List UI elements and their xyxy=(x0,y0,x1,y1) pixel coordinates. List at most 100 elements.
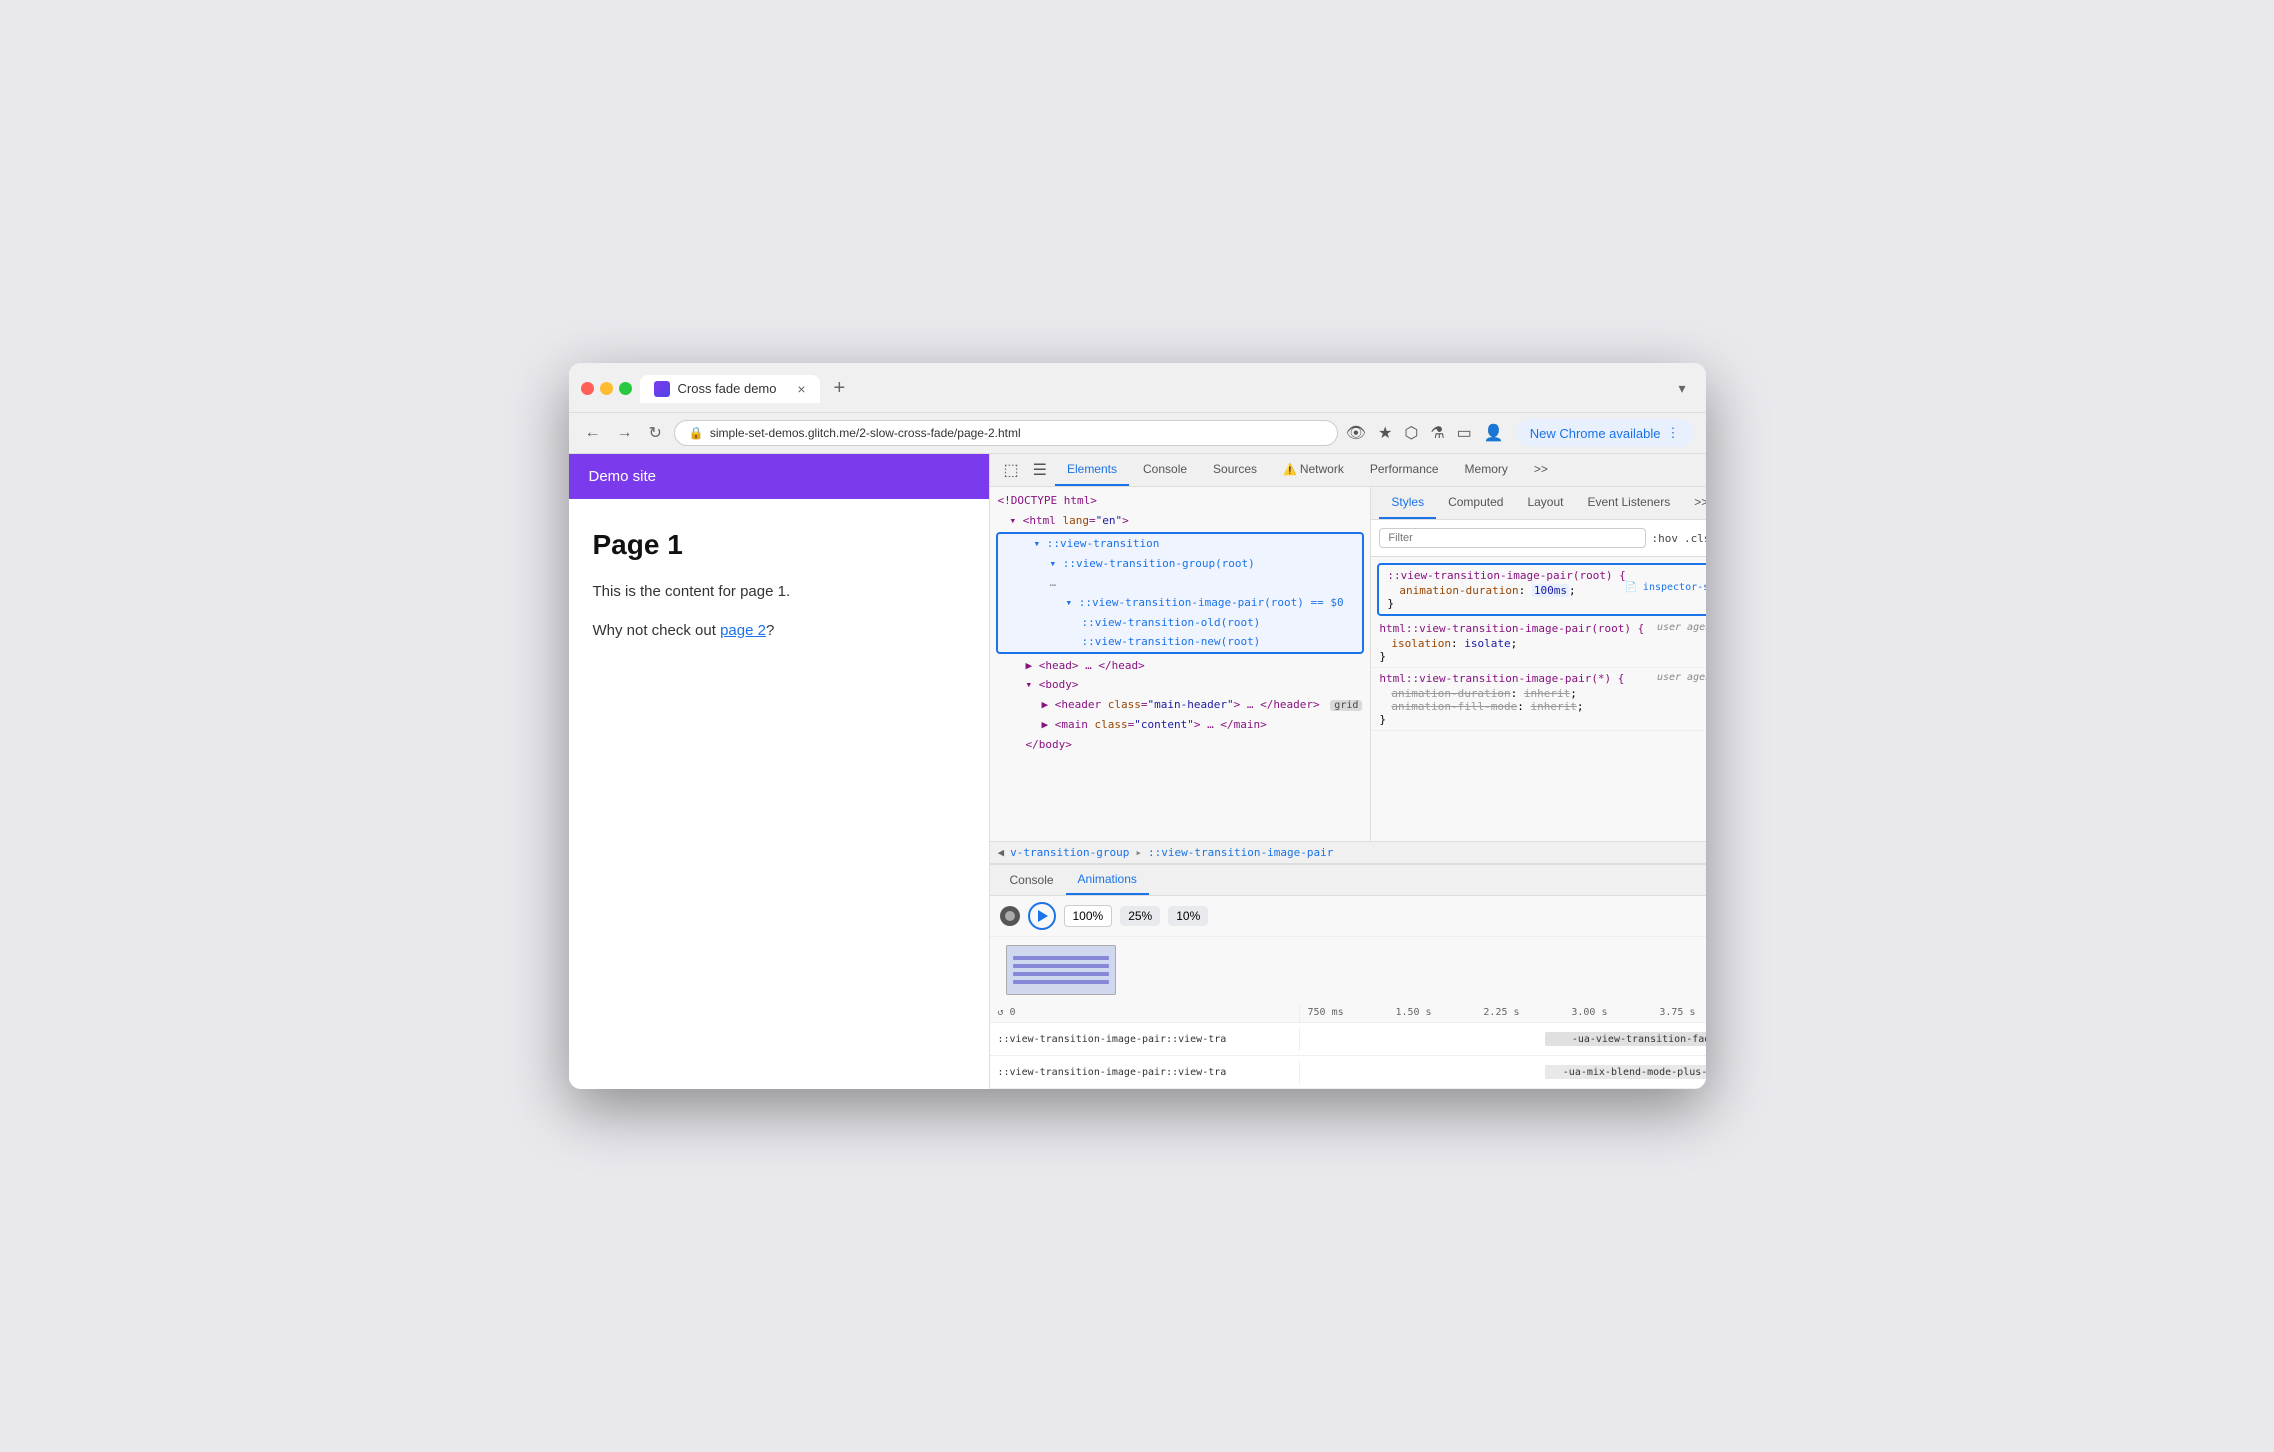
tab-performance[interactable]: Performance xyxy=(1358,454,1451,486)
style-rule-2-prop1-line: animation-duration: inherit; xyxy=(1379,687,1705,700)
view-transition-group-pseudo: ▾ ::view-transition-group(root) xyxy=(1050,557,1255,570)
devtools-inspector-icon[interactable]: ⬚ xyxy=(998,456,1025,484)
breadcrumb-back[interactable]: ◀ xyxy=(998,846,1005,859)
devtools-panel: ⬚ ☰ Elements Console Sources Network Per… xyxy=(989,454,1706,1089)
reload-button[interactable]: ↻ xyxy=(645,419,666,447)
speed-10-button[interactable]: 10% xyxy=(1168,906,1208,926)
styles-panel: Styles Computed Layout Event Listeners >… xyxy=(1371,487,1705,841)
main-area: Demo site Page 1 This is the content for… xyxy=(569,454,1706,1089)
devtools-device-icon[interactable]: ☰ xyxy=(1027,456,1053,484)
filter-bar: :hov .cls ＋ ⊞ ⊟ xyxy=(1371,520,1705,557)
head-tag-line: ▶ <head> … </head> xyxy=(990,656,1371,676)
style-close-brace: } xyxy=(1387,597,1705,610)
forward-button[interactable]: → xyxy=(613,420,637,446)
anim-row-1-label: ::view-transition-image-pair::view-tra xyxy=(990,1028,1300,1051)
body-close-tag: </body> xyxy=(1026,738,1072,751)
ua-label-1: user agent stylesheet xyxy=(1657,622,1706,633)
style-rule-1-selector-line: html::view-transition-image-pair(root) {… xyxy=(1379,622,1705,635)
page-text-2: Why not check out page 2? xyxy=(593,620,965,643)
view-transition-image-pair-line: ▾ ::view-transition-image-pair(root) == … xyxy=(998,593,1363,613)
highlighted-elements-block: ▾ ::view-transition ▾ ::view-transition-… xyxy=(996,532,1365,654)
tab-more[interactable]: >> xyxy=(1522,454,1560,486)
tab-console[interactable]: Console xyxy=(1131,454,1199,486)
extension-icon[interactable]: ⬡ xyxy=(1404,423,1418,443)
minimize-window-button[interactable] xyxy=(600,382,613,395)
page-text-2-before: Why not check out xyxy=(593,622,721,639)
filter-input[interactable] xyxy=(1379,528,1645,548)
bottom-tab-console[interactable]: Console xyxy=(998,866,1066,894)
html-doctype-line: <!DOCTYPE html> xyxy=(990,491,1371,511)
animation-duration-val-2: inherit xyxy=(1524,687,1570,700)
style-rule-2-selector-line: html::view-transition-image-pair(*) { us… xyxy=(1379,672,1705,685)
body-close-line: </body> xyxy=(990,735,1371,755)
page-2-link[interactable]: page 2 xyxy=(720,622,766,639)
style-selector: ::view-transition-image-pair(root) { xyxy=(1387,569,1625,582)
tab-list-icon[interactable]: ▾ xyxy=(1670,376,1693,401)
timeline-375s: 3.75 s xyxy=(1659,1007,1695,1018)
hov-button[interactable]: :hov xyxy=(1652,532,1679,545)
devtools-header: ⬚ ☰ Elements Console Sources Network Per… xyxy=(990,454,1706,487)
view-transition-image-pair-pseudo: ▾ ::view-transition-image-pair(root) == … xyxy=(1066,596,1344,609)
body-open-line: ▾ <body> xyxy=(990,675,1371,695)
animation-row-2[interactable]: ::view-transition-image-pair::view-tra -… xyxy=(990,1056,1706,1089)
styles-tabs: Styles Computed Layout Event Listeners >… xyxy=(1371,487,1705,520)
style-rule-1-close: } xyxy=(1379,650,1705,663)
styles-tab-styles[interactable]: Styles xyxy=(1379,487,1436,519)
speed-25-button[interactable]: 25% xyxy=(1120,906,1160,926)
anim-bar-1-label: -ua-view-transition-fade-out xyxy=(1572,1034,1706,1045)
styles-tab-computed[interactable]: Computed xyxy=(1436,487,1515,519)
breadcrumb-item-2[interactable]: ::view-transition-image-pair xyxy=(1148,846,1333,859)
site-header: Demo site xyxy=(569,454,989,499)
thumb-line-2 xyxy=(1013,964,1109,968)
grid-badge[interactable]: grid xyxy=(1330,700,1362,711)
animation-duration-prop: animation-duration xyxy=(1399,584,1518,597)
html-tag: ▾ <html lang="en"> xyxy=(1010,514,1129,527)
play-button[interactable] xyxy=(1028,902,1056,930)
address-input[interactable]: 🔒 simple-set-demos.glitch.me/2-slow-cros… xyxy=(674,420,1338,446)
tab-network[interactable]: Network xyxy=(1271,454,1356,486)
style-rule-highlighted: ::view-transition-image-pair(root) { 📄 i… xyxy=(1379,565,1705,614)
new-chrome-button[interactable]: New Chrome available ⋮ xyxy=(1516,419,1694,447)
tab-memory[interactable]: Memory xyxy=(1453,454,1520,486)
head-tag: ▶ <head> … </head> xyxy=(1026,659,1145,672)
maximize-window-button[interactable] xyxy=(619,382,632,395)
styles-tab-layout[interactable]: Layout xyxy=(1515,487,1575,519)
elements-panel[interactable]: <!DOCTYPE html> ▾ <html lang="en"> ▾ ::v… xyxy=(990,487,1372,841)
main-tag: ▶ <main class="content"> … </main> xyxy=(1042,718,1267,731)
main-tag-line: ▶ <main class="content"> … </main> xyxy=(990,715,1371,735)
tab-elements[interactable]: Elements xyxy=(1055,454,1129,486)
breadcrumb-separator: ▸ xyxy=(1135,846,1142,859)
new-tab-button[interactable]: + xyxy=(826,373,854,404)
styles-tab-more[interactable]: >> xyxy=(1682,487,1705,519)
speed-100-button[interactable]: 100% xyxy=(1064,905,1113,927)
page-body: Page 1 This is the content for page 1. W… xyxy=(569,499,989,688)
page-text-1: This is the content for page 1. xyxy=(593,581,965,604)
browser-tab-active[interactable]: Cross fade demo × xyxy=(640,375,820,403)
style-rule-1-selector: html::view-transition-image-pair(root) { xyxy=(1379,622,1644,635)
view-transition-old-pseudo: ::view-transition-old(root) xyxy=(1082,616,1261,629)
bottom-tab-animations[interactable]: Animations xyxy=(1066,865,1149,895)
tab-title: Cross fade demo xyxy=(678,381,777,396)
tab-sources[interactable]: Sources xyxy=(1201,454,1269,486)
refresh-icon[interactable]: ↺ xyxy=(998,1007,1004,1018)
record-button[interactable] xyxy=(1000,906,1020,926)
devices-icon[interactable]: ▭ xyxy=(1457,423,1472,443)
lab-icon[interactable]: ⚗ xyxy=(1430,423,1444,443)
view-transition-new-line: ::view-transition-new(root) xyxy=(998,632,1363,652)
styles-content: ::view-transition-image-pair(root) { 📄 i… xyxy=(1371,557,1705,841)
eye-slash-icon[interactable]: 👁 xyxy=(1346,423,1366,443)
style-source[interactable]: 📄 inspector-stylesheet:4 xyxy=(1624,582,1705,593)
animation-row-1[interactable]: ::view-transition-image-pair::view-tra -… xyxy=(990,1023,1706,1056)
play-icon xyxy=(1038,910,1048,922)
anim-row-1-timeline: -ua-view-transition-fade-out xyxy=(1300,1023,1706,1055)
profile-icon[interactable]: 👤 xyxy=(1484,423,1504,443)
back-button[interactable]: ← xyxy=(581,420,605,446)
cls-button[interactable]: .cls xyxy=(1684,532,1705,545)
view-transition-line: ▾ ::view-transition xyxy=(998,534,1363,554)
styles-tab-event-listeners[interactable]: Event Listeners xyxy=(1575,487,1682,519)
devtools-settings-icon[interactable]: ⚙ xyxy=(1700,456,1706,484)
tab-close-button[interactable]: × xyxy=(797,381,805,397)
close-window-button[interactable] xyxy=(581,382,594,395)
breadcrumb-item-1[interactable]: v-transition-group xyxy=(1010,846,1129,859)
bookmark-icon[interactable]: ★ xyxy=(1378,423,1392,443)
